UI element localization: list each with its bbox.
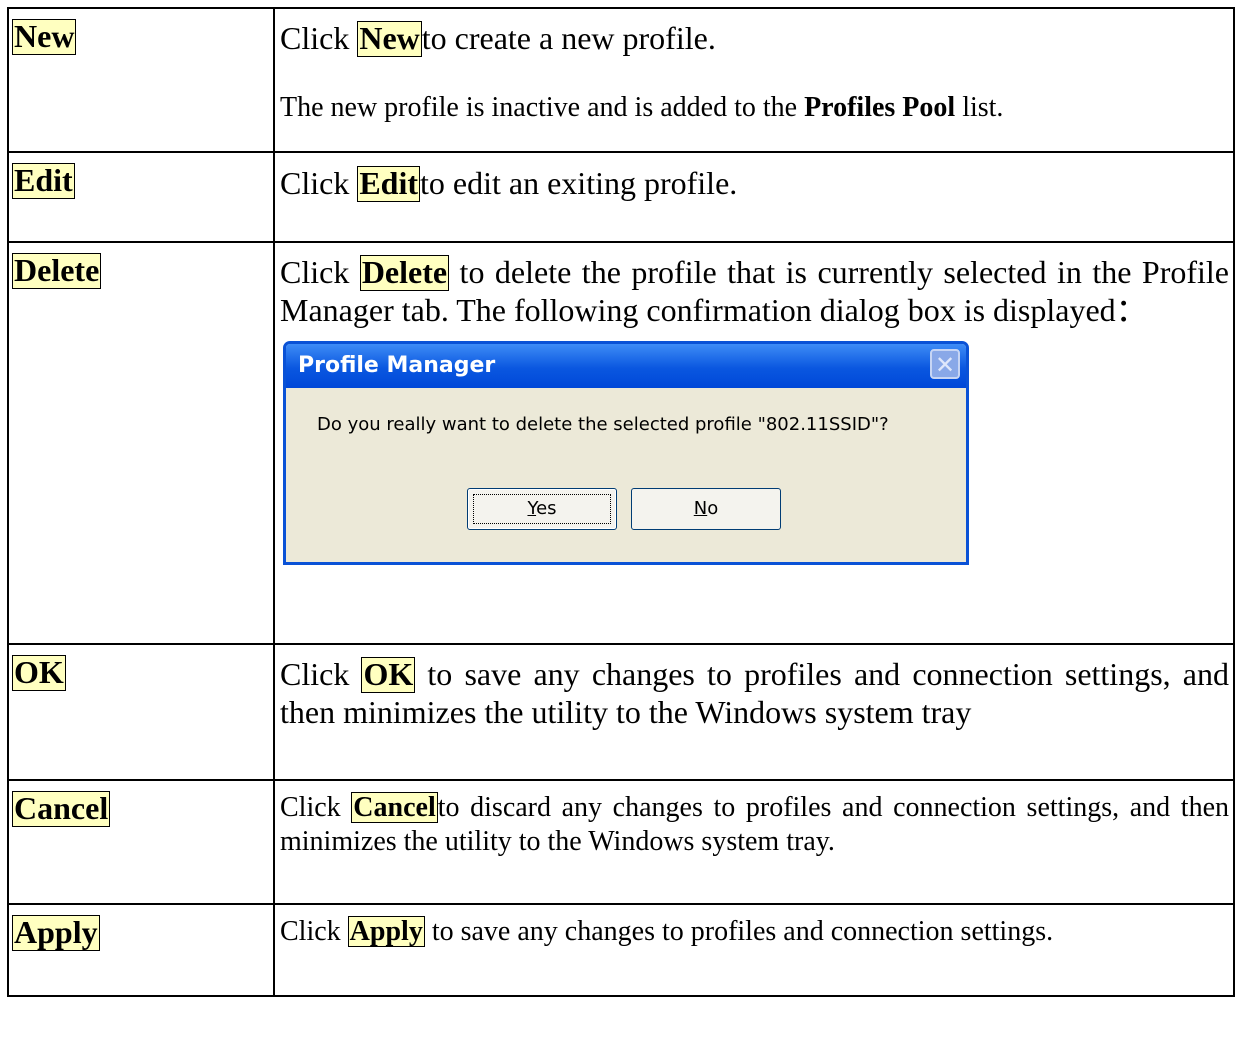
table-row: Delete Click Delete to delete the profil… (7, 241, 1235, 645)
inline-button-name: Edit (357, 165, 421, 202)
dialog-title: Profile Manager (298, 353, 496, 378)
description-cell: Click Apply to save any changes to profi… (273, 903, 1235, 997)
description-cell: Click OK to save any changes to profiles… (273, 643, 1235, 781)
inline-button-name: Cancel (351, 792, 438, 824)
label-cell: Edit (7, 151, 275, 243)
yes-button: Yes (467, 488, 617, 530)
label-cell: OK (7, 643, 275, 781)
dialog-titlebar: Profile Manager ✕ (286, 344, 966, 388)
table-row: Edit Click Edit to edit an exiting profi… (7, 151, 1235, 243)
desc-text: Click (280, 916, 348, 947)
label-cell: Apply (7, 903, 275, 997)
desc-text: Click (280, 792, 352, 823)
desc-text: Click (280, 656, 362, 692)
label-cell: Cancel (7, 779, 275, 905)
no-label: o (707, 498, 719, 519)
description-cell: Click Edit to edit an exiting profile. (273, 151, 1235, 243)
term-edit: Edit (12, 162, 75, 199)
term-new: New (12, 18, 77, 55)
desc-text: to save any changes to profiles and conn… (424, 916, 1054, 947)
description-cell: Click Cancel to discard any changes to p… (273, 779, 1235, 905)
table-row: New Click New to create a new profile. T… (7, 7, 1235, 153)
desc-text: to save any changes to profiles and conn… (280, 656, 1230, 730)
description: Click Edit to edit an exiting profile. (280, 164, 1229, 202)
desc-text: Click (280, 165, 358, 201)
no-mnemonic: N (693, 498, 708, 519)
description: Click Delete to delete the profile that … (280, 253, 1229, 329)
focus-rectangle (473, 494, 611, 524)
description: Click Apply to save any changes to profi… (280, 915, 1229, 949)
desc-text: Click (280, 254, 360, 290)
description: Click OK to save any changes to profiles… (280, 655, 1229, 731)
label-cell: Delete (7, 241, 275, 645)
desc-text: to create a new profile. (421, 20, 716, 56)
dialog-message: Do you really want to delete the selecte… (317, 414, 889, 435)
note: The new profile is inactive and is added… (280, 91, 1229, 125)
inline-button-name: Apply (347, 916, 425, 948)
button-reference-table: New Click New to create a new profile. T… (7, 7, 1235, 997)
term-cancel: Cancel (12, 790, 111, 827)
dialog-button-row: Yes No (286, 488, 966, 532)
description-cell: Click New to create a new profile. The n… (273, 7, 1235, 153)
term-delete: Delete (12, 252, 102, 289)
inline-button-name: New (357, 20, 422, 57)
term-ok: OK (12, 654, 66, 691)
note-text: The new profile is inactive and is added… (280, 92, 805, 123)
desc-text: to edit an exiting profile. (420, 165, 738, 201)
term-apply: Apply (12, 914, 100, 951)
table-row: Apply Click Apply to save any changes to… (7, 903, 1235, 997)
confirmation-dialog-screenshot: Profile Manager ✕ Do you really want to … (283, 341, 969, 565)
inline-button-name: OK (361, 656, 416, 693)
table-row: OK Click OK to save any changes to profi… (7, 643, 1235, 781)
inline-button-name: Delete (359, 254, 450, 291)
close-icon: ✕ (930, 349, 960, 379)
note-text: list. (955, 92, 1004, 123)
description: Click Cancel to discard any changes to p… (280, 791, 1229, 859)
note-bold: Profiles Pool (804, 92, 956, 123)
table-row: Cancel Click Cancel to discard any chang… (7, 779, 1235, 905)
description-cell: Click Delete to delete the profile that … (273, 241, 1235, 645)
description: Click New to create a new profile. (280, 19, 1229, 57)
label-cell: New (7, 7, 275, 153)
desc-text: Click (280, 20, 358, 56)
no-button: No (631, 488, 781, 530)
